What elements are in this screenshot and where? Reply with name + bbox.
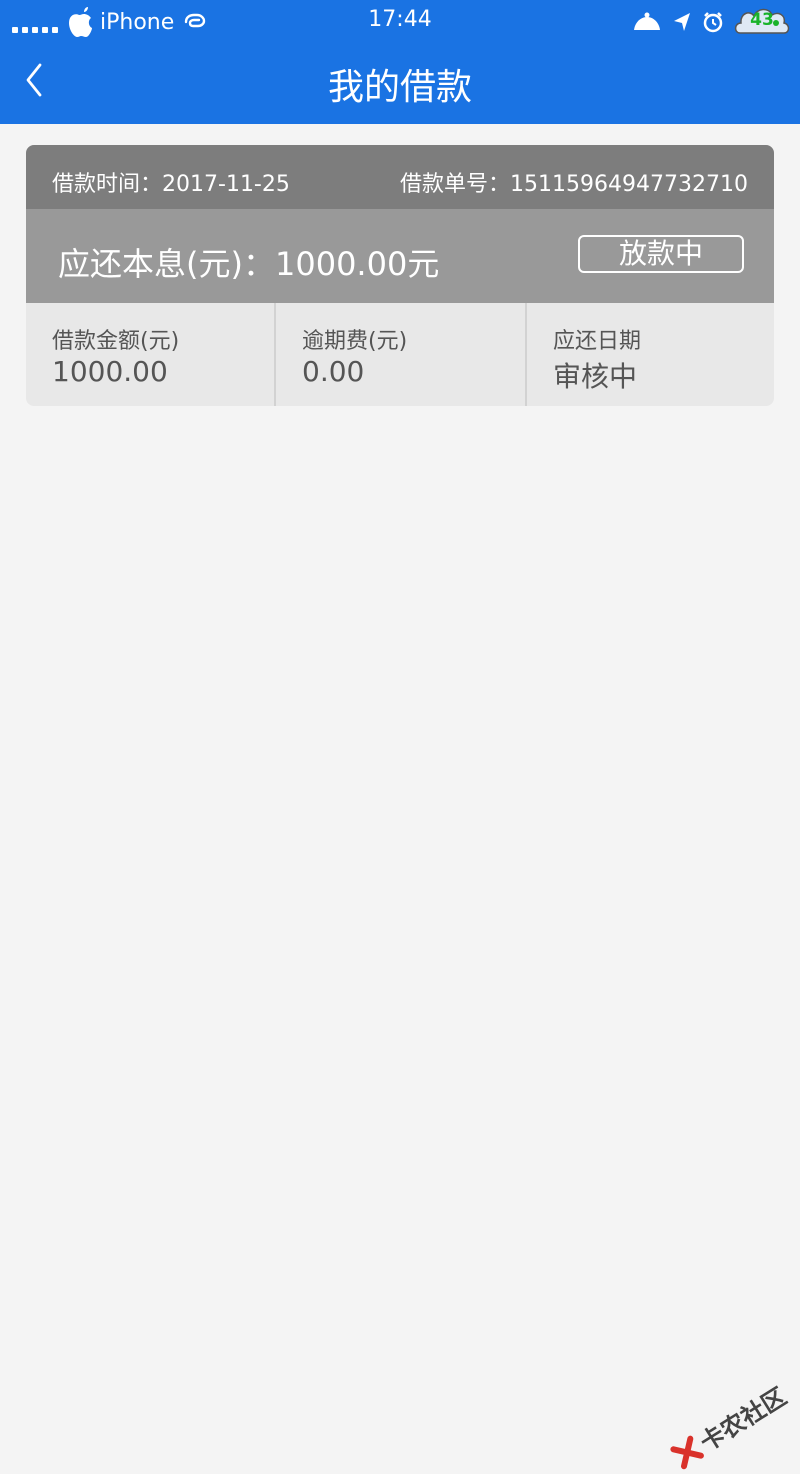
loan-number-value: 15115964947732710 [510, 172, 748, 197]
due-amount-label: 应还本息(元)： [58, 245, 275, 283]
app-header: iPhone 17:44 43 我的借款 [0, 0, 800, 124]
overdue-fee-label: 逾期费(元) [302, 329, 408, 354]
hotspot-icon [634, 12, 660, 30]
watermark: 卡农社区 [667, 1377, 792, 1473]
battery-indicator: 43 [734, 5, 790, 39]
loan-time-value: 2017-11-25 [162, 172, 290, 197]
battery-level: 43 [750, 10, 774, 30]
status-bar: iPhone 17:44 43 [0, 0, 800, 44]
loan-card[interactable]: 借款时间：2017-11-25 借款单号：15115964947732710 应… [26, 145, 774, 406]
due-amount-value: 1000.00元 [274, 245, 440, 283]
overdue-fee-cell: 逾期费(元) 0.00 [276, 303, 525, 406]
watermark-text: 卡农社区 [695, 1382, 792, 1458]
due-date-value: 审核中 [553, 360, 638, 393]
location-arrow-icon [674, 13, 690, 31]
status-right: 43 [632, 5, 790, 39]
loan-card-header: 借款时间：2017-11-25 借款单号：15115964947732710 [26, 145, 774, 209]
loan-time-label: 借款时间： [52, 172, 163, 197]
nav-bar: 我的借款 [0, 44, 800, 124]
due-date-cell: 应还日期 审核中 [527, 303, 774, 406]
overdue-fee-value: 0.00 [302, 355, 365, 388]
alarm-clock-icon [703, 12, 723, 33]
loan-number: 借款单号：15115964947732710 [400, 166, 748, 198]
loan-amount-cell: 借款金额(元) 1000.00 [26, 303, 274, 406]
loan-card-summary: 应还本息(元)：1000.00元 放款中 [26, 209, 774, 303]
due-amount: 应还本息(元)：1000.00元 [58, 239, 439, 285]
loan-amount-label: 借款金额(元) [52, 329, 180, 354]
loan-time: 借款时间：2017-11-25 [52, 166, 290, 198]
status-badge: 放款中 [578, 235, 744, 273]
page-title: 我的借款 [327, 67, 472, 108]
due-date-label: 应还日期 [553, 329, 642, 354]
loan-amount-value: 1000.00 [52, 355, 168, 388]
loan-number-label: 借款单号： [400, 172, 511, 197]
loan-card-details: 借款金额(元) 1000.00 逾期费(元) 0.00 应还日期 审核中 [26, 303, 774, 406]
